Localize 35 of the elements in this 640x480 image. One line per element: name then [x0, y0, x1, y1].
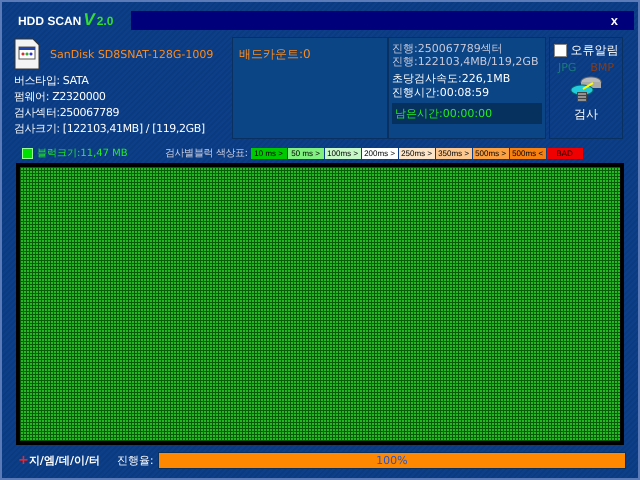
drive-info: 버스타입: SATA	[14, 73, 90, 89]
progress-percent: 100%	[376, 452, 408, 468]
legend-chip: 350ms >	[436, 148, 472, 158]
progress-label: 진행율:	[116, 452, 154, 468]
scan-button[interactable]: 검사	[569, 74, 603, 123]
error-alarm-label: 오류알림	[570, 42, 618, 59]
window-title: HDD SCAN	[18, 14, 82, 28]
legend-chip: 500ms >	[472, 148, 509, 158]
block-size: 블럭크기:11,47 MB	[37, 147, 129, 160]
progress-line: 진행:122103,4MB/119,2GB	[392, 55, 540, 68]
drive-info: 검사섹터:250067789	[14, 105, 120, 121]
progress-line: 진행:250067789섹터	[392, 42, 504, 55]
version-number: 2.0	[96, 14, 114, 28]
close-button[interactable]: x	[610, 12, 618, 28]
drive-info: 펌웨어: Z2320000	[14, 89, 107, 105]
error-alarm-checkbox[interactable]	[554, 44, 566, 57]
legend-chip: 10 ms >	[250, 148, 287, 158]
legend-chip: 200ms >	[362, 148, 398, 158]
document-icon	[14, 38, 40, 70]
version-letter: V	[83, 10, 95, 30]
drive-info: 검사크기: [122103,41MB] / [119,2GB]	[14, 121, 206, 137]
remaining-time: 남은시간:00:00:00	[392, 103, 542, 124]
elapsed-time: 진행시간:00:08:59	[392, 86, 490, 100]
brand-name: 지/엠/데/이/터	[28, 452, 101, 468]
legend-chip: 500ms <	[510, 148, 546, 158]
legend-chip: 50 ms >	[288, 148, 324, 158]
legend-chip: 250ms >	[398, 148, 435, 158]
drive-model: SanDisk SD8SNAT-128G-1009	[50, 48, 214, 60]
scan-speed: 초당검사속도:226,1MB	[392, 72, 512, 86]
legend-chip: BAD	[546, 148, 583, 158]
bad-count: 배드카운트:0	[239, 47, 311, 61]
legend-chip: 100ms >	[324, 148, 361, 158]
brand-mark: +	[18, 452, 29, 468]
block-size-swatch	[22, 148, 33, 158]
legend-title: 검사별블럭 색상표:	[165, 147, 248, 160]
